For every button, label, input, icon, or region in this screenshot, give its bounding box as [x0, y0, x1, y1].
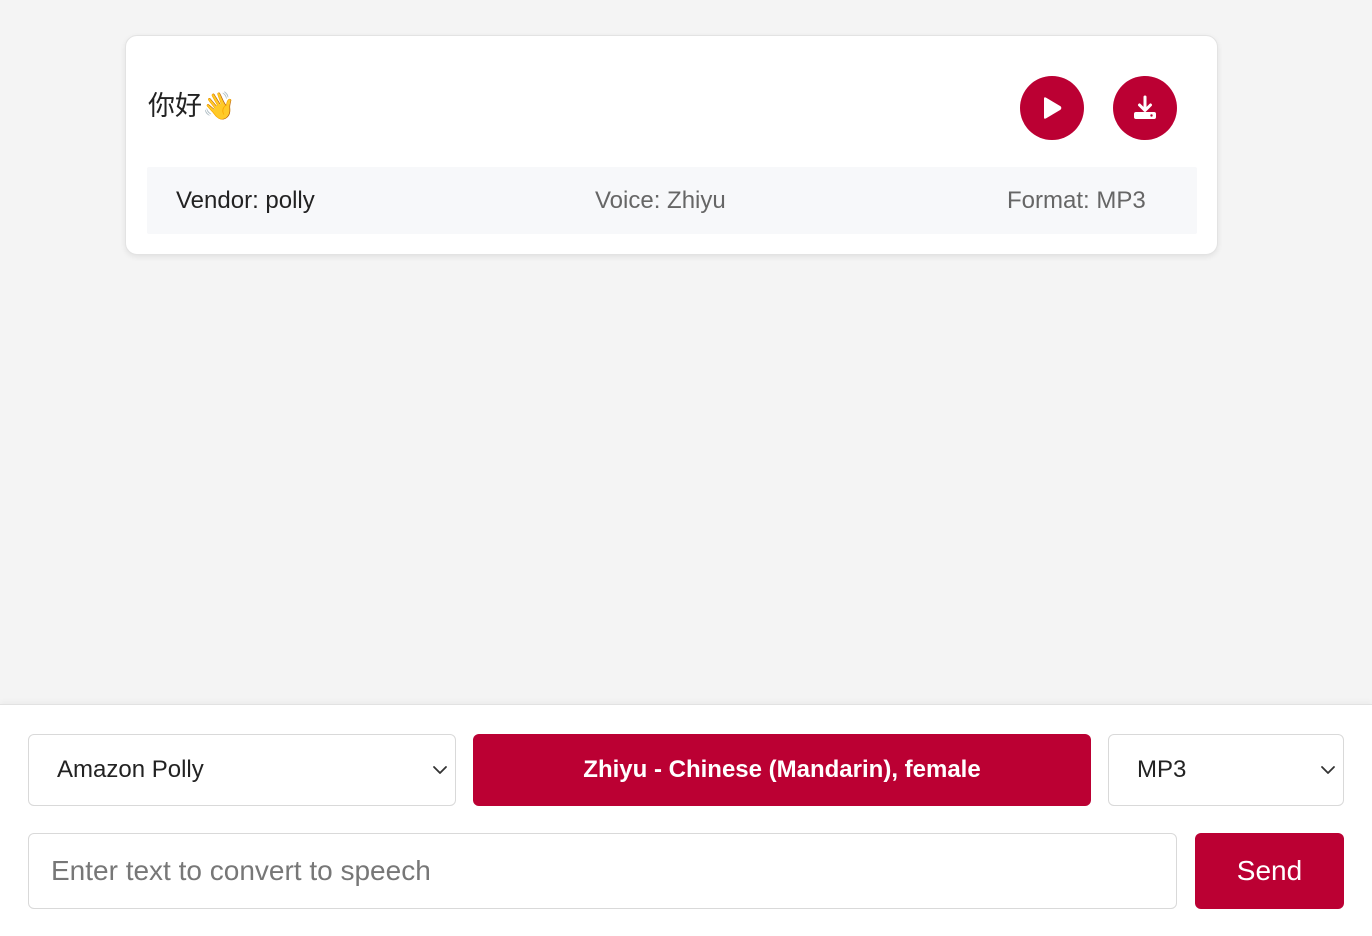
message-card: 你好👋 Vendor: polly Voice: Zhiyu Format: M…: [125, 35, 1218, 255]
speech-text-input[interactable]: [28, 833, 1177, 909]
message-text: 你好👋: [148, 91, 236, 122]
download-icon: [1134, 95, 1156, 119]
vendor-select-value: Amazon Polly: [57, 756, 204, 783]
control-panel: Amazon Polly Zhiyu - Chinese (Mandarin),…: [0, 704, 1372, 936]
chevron-down-icon: [1321, 766, 1335, 774]
voice-meta: Voice: Zhiyu: [595, 187, 726, 214]
message-meta-bar: Vendor: polly Voice: Zhiyu Format: MP3: [147, 167, 1197, 234]
format-select-value: MP3: [1137, 756, 1187, 783]
voice-select-button[interactable]: Zhiyu - Chinese (Mandarin), female: [473, 734, 1091, 806]
play-icon: [1044, 97, 1062, 119]
download-button[interactable]: [1113, 76, 1177, 140]
format-select[interactable]: MP3: [1108, 734, 1344, 806]
chevron-down-icon: [433, 766, 447, 774]
send-button[interactable]: Send: [1195, 833, 1344, 909]
vendor-select[interactable]: Amazon Polly: [28, 734, 456, 806]
play-button[interactable]: [1020, 76, 1084, 140]
format-meta: Format: MP3: [1007, 187, 1146, 214]
vendor-meta: Vendor: polly: [176, 187, 315, 214]
